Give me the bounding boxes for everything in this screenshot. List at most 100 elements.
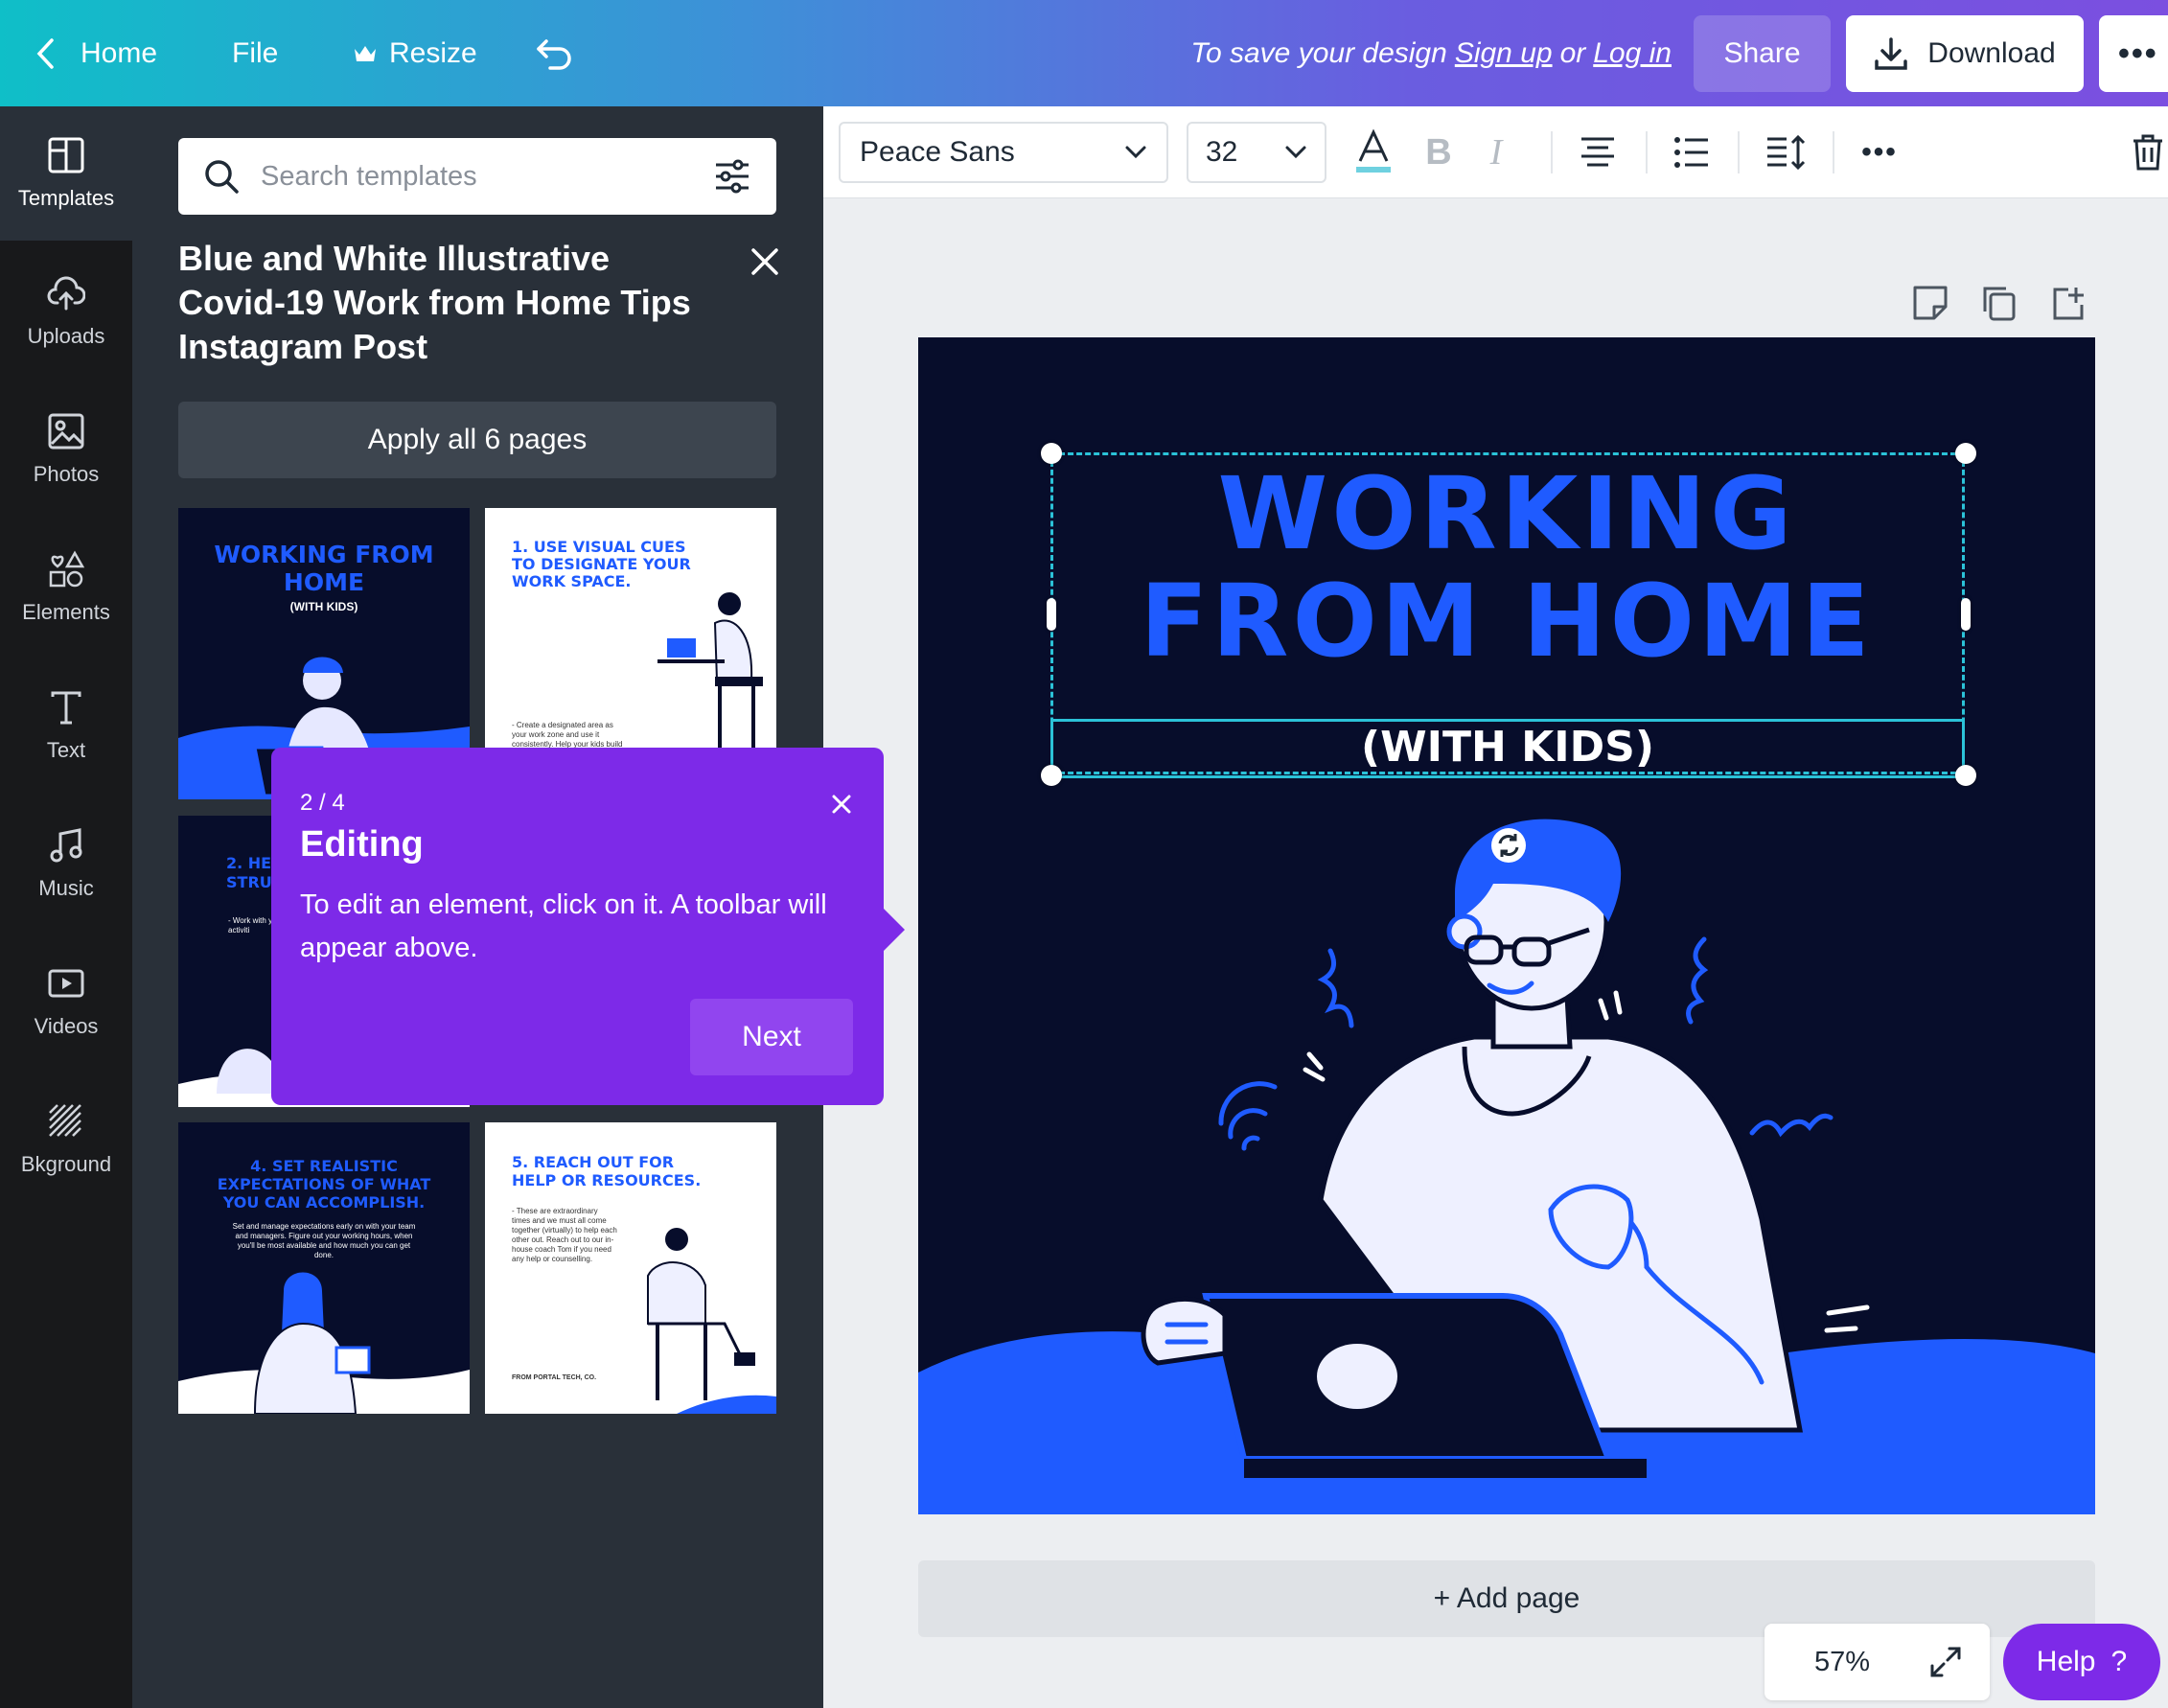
more-tools-button[interactable]: ••• [1849,122,1910,183]
rotate-icon[interactable] [1489,826,1528,865]
person-tablet-illustration [178,1272,470,1414]
toolbar-divider [1551,131,1553,173]
popover-title: Editing [300,824,424,865]
side-rail: Templates Uploads Photos Elements Text M… [0,106,132,1708]
background-hatch-icon [49,1104,81,1137]
italic-button[interactable]: I [1465,122,1527,183]
rail-item-templates[interactable]: Templates [0,106,132,241]
text-icon [51,691,81,725]
share-button[interactable]: Share [1694,15,1831,92]
resize-handle[interactable] [1955,765,1976,786]
login-link[interactable]: Log in [1593,37,1672,70]
rail-item-text[interactable]: Text [0,658,132,793]
rail-item-videos[interactable]: Videos [0,935,132,1069]
photo-icon [48,413,84,450]
home-button[interactable]: Home [35,0,157,106]
more-options-button[interactable]: ••• [2099,15,2168,92]
next-button[interactable]: Next [690,999,853,1075]
top-bar: Home File Resize To save your design Sig… [0,0,2168,106]
rail-item-music[interactable]: Music [0,796,132,931]
rail-label: Photos [33,462,100,486]
side-handle[interactable] [1961,598,1971,631]
thumb-title: 5. REACH OUT FOR HELP OR RESOURCES. [512,1153,702,1189]
resize-button[interactable]: Resize [353,0,477,106]
or-text: or [1559,36,1586,69]
undo-button[interactable] [535,0,575,106]
signup-link[interactable]: Sign up [1455,37,1553,70]
person-desk-illustration [657,592,763,748]
shapes-icon [49,550,85,588]
video-icon [48,969,84,998]
upload-cloud-icon [47,276,85,311]
thumb-title: 1. USE VISUAL CUES TO DESIGNATE YOUR WOR… [512,538,691,590]
download-icon [1875,37,1908,70]
spacing-button[interactable] [1755,122,1816,183]
search-input[interactable] [261,160,692,193]
file-label: File [232,36,279,69]
text-color-button[interactable] [1343,122,1404,183]
align-button[interactable] [1567,122,1628,183]
more-dots-icon: ••• [1861,136,1898,168]
apply-all-pages-button[interactable]: Apply all 6 pages [178,402,776,478]
font-family-dropdown[interactable]: Peace Sans [839,122,1168,183]
zoom-control[interactable]: 57% [1764,1624,1990,1700]
thumb-body: - Create a designated area as your work … [512,721,623,749]
filter-sliders-icon[interactable] [713,157,751,196]
rail-label: Uploads [27,324,105,348]
help-button[interactable]: Help ? [2003,1624,2160,1700]
bold-button[interactable]: B [1408,122,1469,183]
add-page-icon[interactable] [2045,280,2091,326]
templates-icon [48,137,84,173]
toolbar-divider [1738,131,1740,173]
fullscreen-icon[interactable] [1928,1645,1963,1679]
chevron-left-icon [36,37,54,69]
size-value: 32 [1206,136,1238,168]
resize-handle[interactable] [1041,443,1062,464]
rail-label: Templates [17,186,115,210]
list-button[interactable] [1661,122,1722,183]
download-button[interactable]: Download [1846,15,2084,92]
crown-icon [355,45,376,61]
notes-icon[interactable] [1907,280,1953,326]
resize-handle[interactable] [1955,443,1976,464]
text-color-icon [1356,128,1391,173]
zoom-value: 57% [1814,1646,1871,1677]
thumb-subtitle: (WITH KIDS) [289,600,358,613]
rail-item-uploads[interactable]: Uploads [0,244,132,379]
trash-icon [2133,134,2162,171]
rail-label: Videos [34,1014,99,1038]
delete-button[interactable] [2117,122,2168,183]
person-laptop-illustration [918,819,2095,1514]
rail-item-photos[interactable]: Photos [0,382,132,517]
chevron-down-icon [1125,146,1146,159]
resize-handle[interactable] [1041,765,1062,786]
duplicate-page-icon[interactable] [1976,280,2022,326]
popover-text: To edit an element, click on it. A toolb… [300,889,827,963]
rail-label: Elements [22,600,110,624]
bullet-list-icon [1674,137,1708,168]
save-prefix: To save your design [1190,36,1447,69]
more-dots-icon: ••• [2118,35,2158,72]
close-template-icon[interactable] [746,242,784,281]
rail-item-elements[interactable]: Elements [0,520,132,655]
side-handle[interactable] [1047,598,1056,631]
design-page[interactable]: WORKING FROM HOME (WITH KIDS) [918,337,2095,1514]
music-note-icon [50,828,82,863]
text-toolbar: Peace Sans 32 B I ••• [823,106,2168,198]
close-icon[interactable] [827,790,856,819]
element-selection-outline [1050,719,1965,778]
thumb-title: WORKING FROM HOME [214,541,434,596]
help-label: Help [2036,1646,2096,1677]
question-icon: ? [2110,1646,2128,1677]
template-title: Blue and White Illustrative Covid-19 Wor… [178,239,691,366]
template-thumb-4[interactable]: 4. SET REALISTIC EXPECTATIONS OF WHAT YO… [178,1122,470,1414]
thumb-body: - These are extraordinary times and we m… [512,1207,617,1263]
file-menu[interactable]: File [232,0,278,106]
rail-label: Music [38,876,94,900]
thumb-title: 4. SET REALISTIC EXPECTATIONS OF WHAT YO… [217,1157,431,1212]
font-size-dropdown[interactable]: 32 [1187,122,1326,183]
thumb-body: Set and manage expectations early on wit… [232,1222,416,1259]
rail-item-background[interactable]: Bkground [0,1073,132,1207]
line-spacing-icon [1767,135,1806,170]
template-thumb-5[interactable]: 5. REACH OUT FOR HELP OR RESOURCES. - Th… [485,1122,776,1414]
